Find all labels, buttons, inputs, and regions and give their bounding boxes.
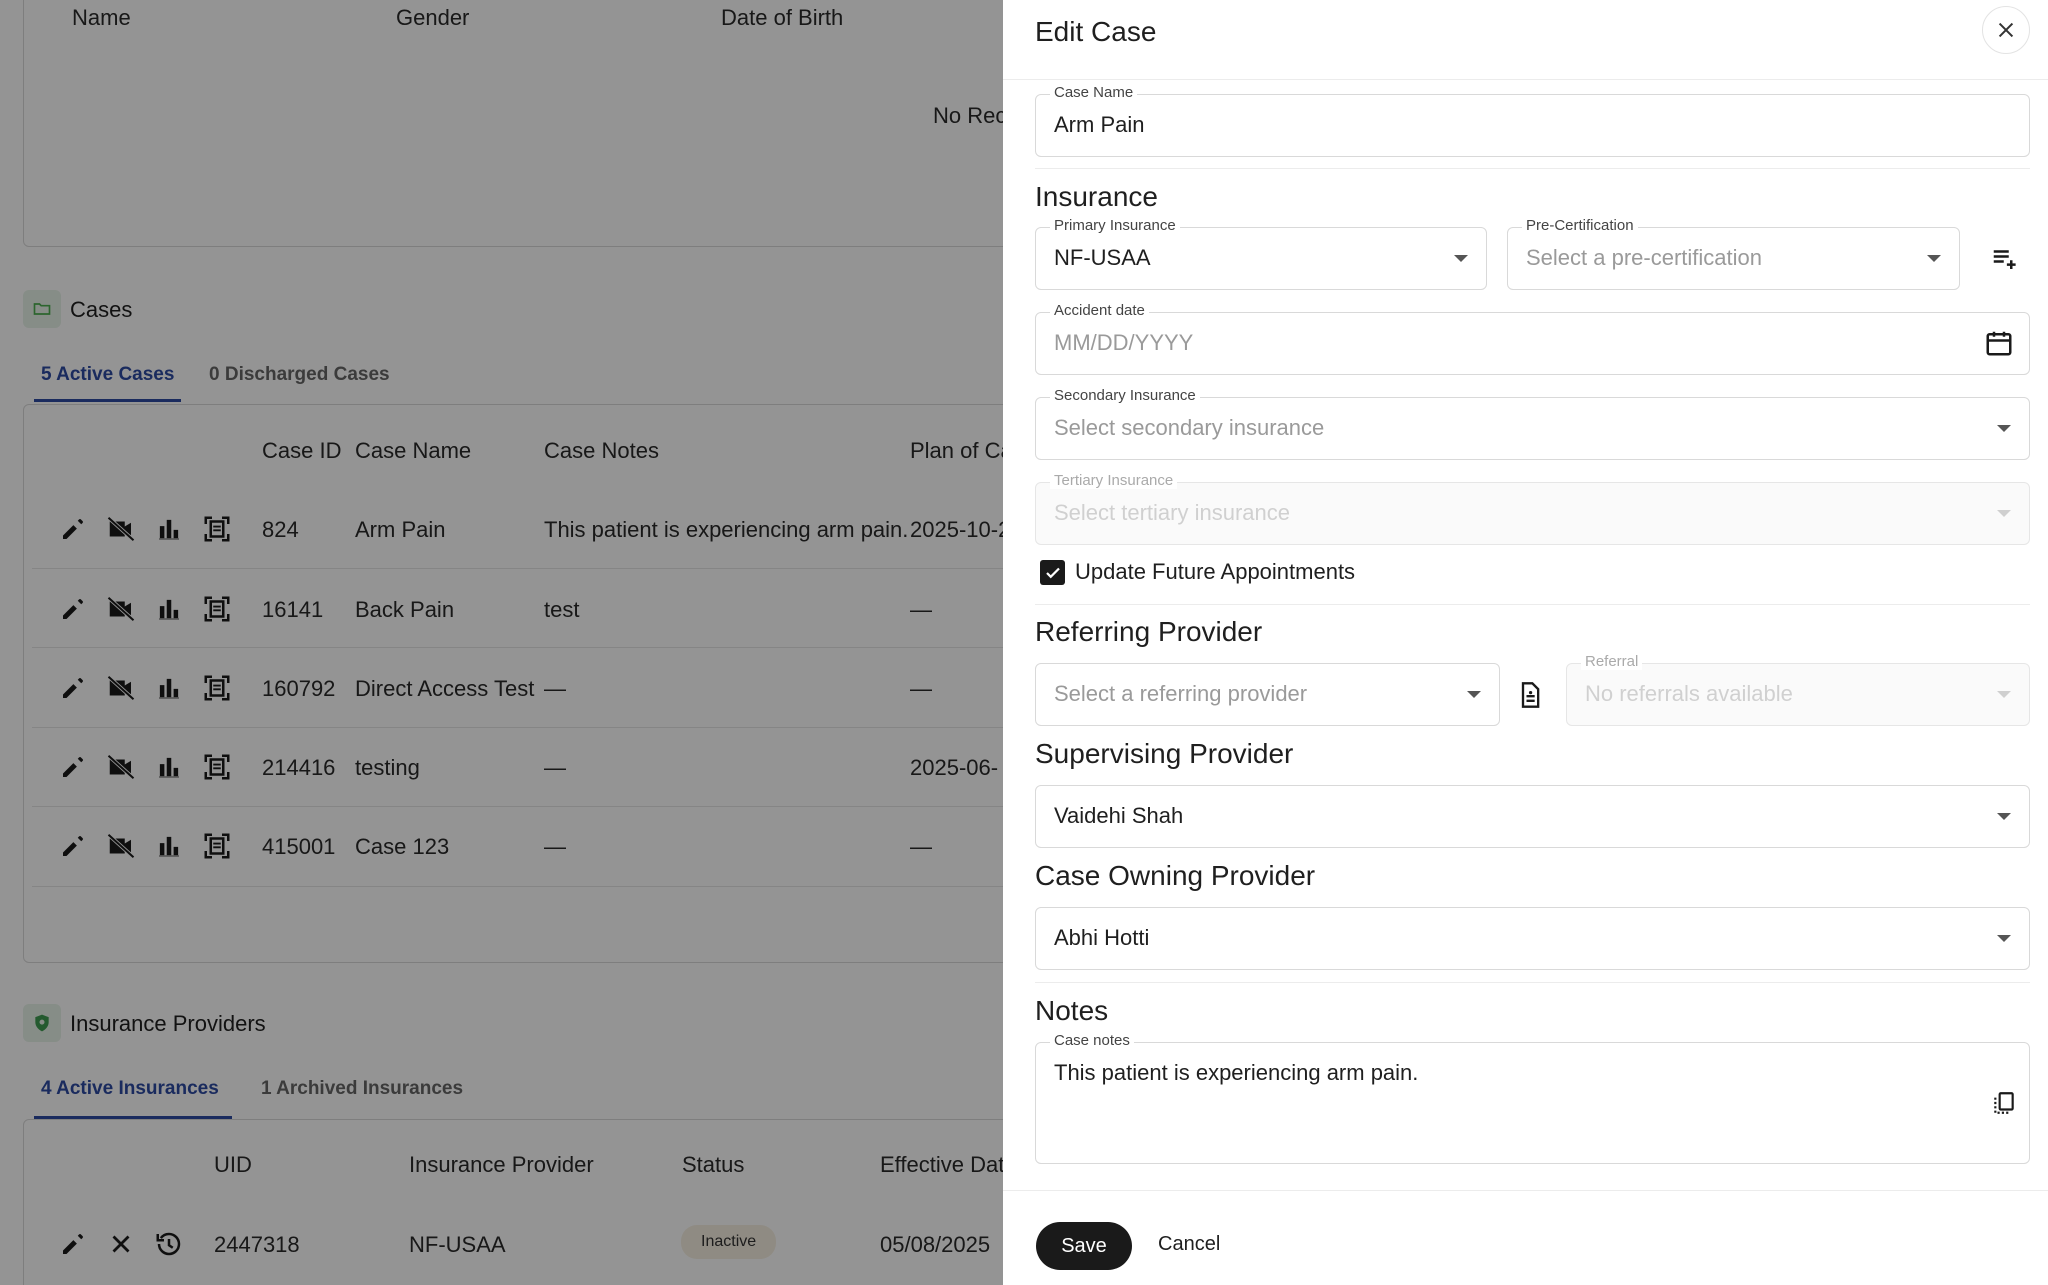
primary-insurance-value: NF-USAA	[1054, 245, 1151, 270]
case-owning-provider-heading: Case Owning Provider	[1035, 860, 1316, 891]
chevron-down-icon	[1467, 691, 1481, 698]
close-icon	[1998, 22, 2014, 38]
edit-case-drawer: Edit Case Case Name Arm Pain Insurance P…	[1003, 0, 2048, 1285]
drawer-header: Edit Case	[1003, 0, 2048, 80]
chevron-down-icon	[1997, 510, 2011, 517]
case-notes-textarea[interactable]: Case notes This patient is experiencing …	[1035, 1032, 2030, 1164]
notes-heading: Notes	[1035, 995, 1109, 1026]
insurance-heading: Insurance	[1035, 181, 1158, 212]
tertiary-insurance-select: Tertiary Insurance Select tertiary insur…	[1035, 472, 2030, 545]
referral-select: Referral No referrals available	[1566, 653, 2030, 726]
pre-certification-select[interactable]: Pre-Certification Select a pre-certifica…	[1507, 217, 1960, 290]
calendar-icon[interactable]	[1981, 325, 2017, 361]
case-notes-label: Case notes	[1050, 1032, 1134, 1049]
check-icon	[1045, 567, 1060, 578]
update-future-appointments-label[interactable]: Update Future Appointments	[1075, 559, 1355, 585]
tertiary-insurance-placeholder: Select tertiary insurance	[1054, 500, 1290, 525]
supervising-provider-select[interactable]: Vaidehi Shah	[1035, 785, 2030, 848]
case-owning-provider-select[interactable]: Abhi Hotti	[1035, 907, 2030, 970]
referral-label: Referral	[1581, 653, 1643, 670]
referring-provider-heading: Referring Provider	[1035, 616, 1263, 647]
divider	[1035, 982, 2030, 983]
drawer-footer: Save Cancel	[1003, 1190, 2048, 1285]
cancel-button[interactable]: Cancel	[1158, 1233, 1220, 1256]
secondary-insurance-label: Secondary Insurance	[1050, 387, 1200, 404]
referring-provider-placeholder: Select a referring provider	[1054, 681, 1308, 706]
case-name-field[interactable]: Case Name Arm Pain	[1035, 84, 2030, 157]
close-button[interactable]	[1982, 6, 2030, 54]
case-notes-value: This patient is experiencing arm pain.	[1054, 1060, 1419, 1085]
modal-backdrop[interactable]	[0, 0, 1003, 1285]
accident-date-label: Accident date	[1050, 302, 1149, 319]
chevron-down-icon	[1997, 425, 2011, 432]
chevron-down-icon	[1997, 691, 2011, 698]
chevron-down-icon	[1927, 255, 1941, 262]
playlist-add-icon[interactable]	[1987, 241, 2023, 277]
copy-icon[interactable]	[1986, 1085, 2022, 1121]
supervising-provider-heading: Supervising Provider	[1035, 738, 1294, 769]
referring-provider-select[interactable]: Select a referring provider	[1035, 663, 1500, 726]
pre-certification-placeholder: Select a pre-certification	[1526, 245, 1762, 270]
case-owning-provider-value: Abhi Hotti	[1054, 925, 1150, 950]
tertiary-insurance-label: Tertiary Insurance	[1050, 472, 1178, 489]
divider	[1035, 168, 2030, 169]
referral-placeholder: No referrals available	[1585, 681, 1793, 706]
chevron-down-icon	[1997, 813, 2011, 820]
accident-date-placeholder: MM/DD/YYYY	[1054, 330, 1194, 355]
update-future-appointments-checkbox[interactable]	[1040, 560, 1065, 585]
supervising-provider-value: Vaidehi Shah	[1054, 803, 1184, 828]
case-name-value: Arm Pain	[1054, 112, 1145, 137]
secondary-insurance-select[interactable]: Secondary Insurance Select secondary ins…	[1035, 387, 2030, 460]
accident-date-field[interactable]: Accident date MM/DD/YYYY	[1035, 302, 2030, 375]
file-icon[interactable]	[1512, 677, 1548, 713]
drawer-title: Edit Case	[1035, 16, 1157, 47]
secondary-insurance-placeholder: Select secondary insurance	[1054, 415, 1325, 440]
chevron-down-icon	[1454, 255, 1468, 262]
chevron-down-icon	[1997, 935, 2011, 942]
primary-insurance-label: Primary Insurance	[1050, 217, 1180, 234]
primary-insurance-select[interactable]: Primary Insurance NF-USAA	[1035, 217, 1487, 290]
divider	[1035, 604, 2030, 605]
pre-certification-label: Pre-Certification	[1522, 217, 1638, 234]
case-name-label: Case Name	[1050, 84, 1138, 101]
save-button[interactable]: Save	[1036, 1222, 1132, 1270]
